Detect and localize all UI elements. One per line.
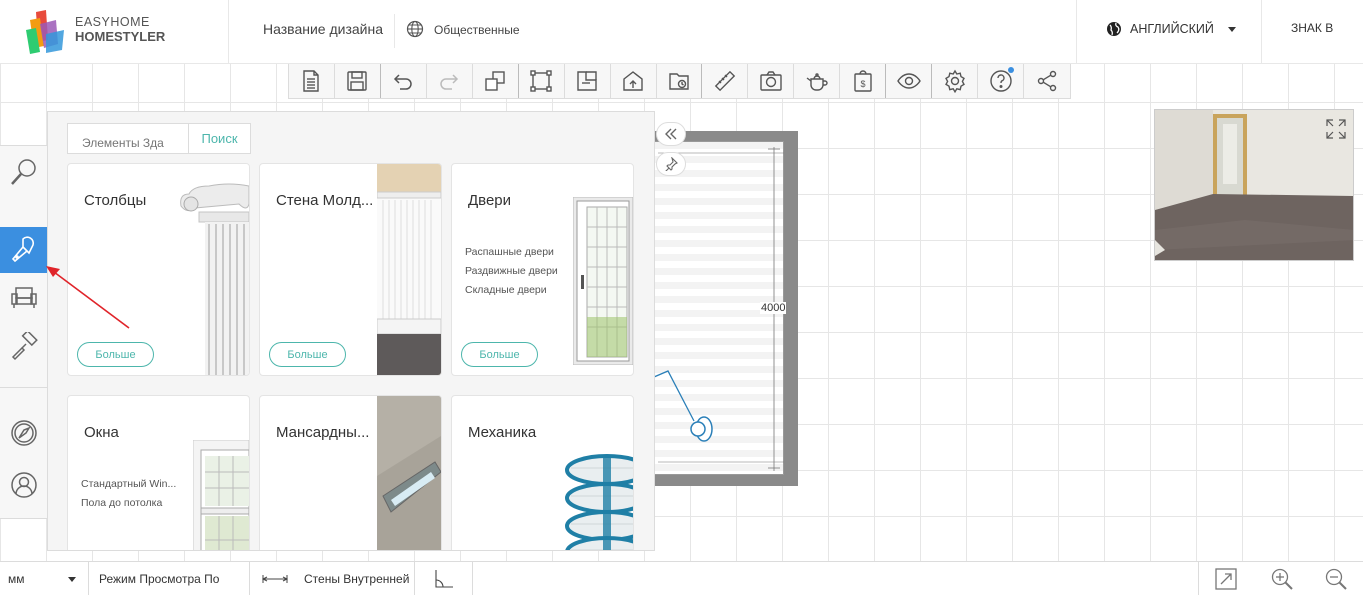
- left-sidebar: [0, 145, 48, 519]
- save-icon[interactable]: [335, 64, 381, 98]
- search-icon[interactable]: [0, 149, 47, 195]
- compass-icon[interactable]: [0, 410, 47, 456]
- design-name[interactable]: Название дизайна: [263, 21, 383, 37]
- fit-screen-icon: [1214, 568, 1237, 590]
- svg-text:$: $: [860, 79, 865, 89]
- wall-mode-selector[interactable]: Стены Внутренней: [250, 562, 415, 595]
- double-chevron-left-icon: [665, 128, 677, 140]
- top-header: EASYHOME HOMESTYLER Название дизайна Общ…: [0, 0, 1363, 64]
- pin-panel-button[interactable]: [656, 152, 686, 176]
- more-button[interactable]: Больше: [461, 342, 538, 367]
- copy-icon[interactable]: [473, 64, 519, 98]
- main-toolbar: $: [288, 64, 1071, 99]
- catalog-search-input[interactable]: [67, 123, 189, 154]
- collapse-panel-button[interactable]: [656, 122, 686, 146]
- redo-icon[interactable]: [427, 64, 473, 98]
- card-title: Окна: [84, 424, 119, 441]
- catalog-card-windows[interactable]: Окна Стандартный Win... Пола до потолка: [67, 395, 250, 550]
- chevron-down-icon: [68, 576, 76, 582]
- window-image: [193, 440, 249, 550]
- chevron-down-icon: [1227, 26, 1236, 32]
- settings-icon[interactable]: [932, 64, 979, 98]
- catalog-card-skylights[interactable]: Мансардны...: [259, 395, 442, 550]
- catalog-search-button[interactable]: Поиск: [188, 123, 251, 154]
- help-icon[interactable]: [978, 64, 1024, 98]
- homestyler-logo[interactable]: EASYHOME HOMESTYLER: [24, 8, 224, 54]
- paint-roller-icon[interactable]: [0, 324, 47, 370]
- fit-to-screen-button[interactable]: [1198, 562, 1252, 595]
- catalog-panel: Поиск Столбцы Больше Стена Молд...: [47, 111, 655, 551]
- column-image: [179, 164, 249, 375]
- sign-in-button[interactable]: ЗНАК В: [1291, 21, 1333, 35]
- header-divider: [1076, 0, 1077, 64]
- language-label: АНГЛИЙСКИЙ: [1130, 22, 1214, 36]
- mechanics-image: [565, 454, 633, 550]
- wall-mode-label: Стены Внутренней: [304, 572, 410, 586]
- catalog-card-wall-molding[interactable]: Стена Молд... Больше: [259, 163, 442, 376]
- camera-icon[interactable]: [748, 64, 795, 98]
- catalog-card-doors[interactable]: Двери Распашные двери Раздвижные двери С…: [451, 163, 634, 376]
- user-icon[interactable]: [0, 462, 47, 508]
- header-divider: [394, 14, 395, 48]
- catalog-card-columns[interactable]: Столбцы Больше: [67, 163, 250, 376]
- pin-icon: [665, 157, 678, 171]
- new-document-icon[interactable]: [289, 64, 335, 98]
- open-folder-icon[interactable]: [657, 64, 703, 98]
- card-subitem[interactable]: Распашные двери: [465, 246, 554, 258]
- card-title: Двери: [468, 192, 512, 209]
- zoom-out-button[interactable]: [1309, 562, 1363, 595]
- view-mode-selector[interactable]: Режим Просмотра По: [89, 562, 250, 595]
- 3d-preview-thumbnail[interactable]: [1154, 109, 1354, 261]
- corner-snap-button[interactable]: [415, 562, 473, 595]
- share-icon[interactable]: [1024, 64, 1070, 98]
- wall-molding-image: [377, 164, 441, 375]
- draw-wall-icon[interactable]: [565, 64, 611, 98]
- sidebar-divider: [0, 387, 47, 388]
- card-subitem[interactable]: Раздвижные двери: [465, 265, 558, 277]
- card-subitem[interactable]: Пола до потолка: [81, 497, 162, 509]
- corner-snap-icon: [434, 570, 453, 588]
- door-image: [573, 197, 633, 365]
- undo-icon[interactable]: [381, 64, 427, 98]
- header-divider: [228, 0, 229, 64]
- globe-icon[interactable]: [406, 20, 424, 38]
- room-dimension-label: 4000: [760, 302, 787, 314]
- card-subitem[interactable]: Стандартный Win...: [81, 478, 176, 490]
- furniture-icon[interactable]: [0, 274, 47, 320]
- language-selector[interactable]: АНГЛИЙСКИЙ: [1106, 20, 1236, 38]
- wall-dimension-icon: [262, 575, 288, 583]
- unit-label: мм: [8, 572, 25, 586]
- teapot-icon[interactable]: [794, 64, 841, 98]
- ruler-icon[interactable]: [702, 64, 749, 98]
- logo-mark-icon: [26, 10, 64, 54]
- card-subitem[interactable]: Складные двери: [465, 284, 547, 296]
- skylight-image: [377, 396, 441, 550]
- eye-icon[interactable]: [886, 64, 933, 98]
- import-icon[interactable]: [611, 64, 657, 98]
- build-icon[interactable]: [0, 227, 47, 273]
- more-button[interactable]: Больше: [269, 342, 346, 367]
- card-title: Стена Молд...: [276, 192, 374, 209]
- notification-dot: [1008, 67, 1014, 73]
- more-button[interactable]: Больше: [77, 342, 154, 367]
- visibility-label[interactable]: Общественные: [434, 23, 520, 37]
- view-mode-label: Режим Просмотра По: [99, 572, 220, 586]
- fullscreen-icon[interactable]: [1325, 118, 1347, 140]
- bottom-status-bar: мм Режим Просмотра По Стены Внутренней: [0, 561, 1363, 595]
- card-title: Мансардны...: [276, 424, 370, 441]
- draw-room-icon[interactable]: [519, 64, 565, 98]
- header-divider: [1261, 0, 1262, 64]
- unit-selector[interactable]: мм: [0, 562, 89, 595]
- card-title: Столбцы: [84, 192, 147, 209]
- language-globe-icon: [1107, 22, 1121, 36]
- catalog-card-mechanics[interactable]: Механика: [451, 395, 634, 550]
- logo-text-easyhome: EASYHOME: [75, 15, 150, 29]
- logo-text-homestyler: HOMESTYLER: [75, 29, 166, 44]
- shop-icon[interactable]: $: [840, 64, 887, 98]
- zoom-in-button[interactable]: [1255, 562, 1309, 595]
- zoom-in-icon: [1271, 568, 1293, 590]
- zoom-out-icon: [1325, 568, 1347, 590]
- card-title: Механика: [468, 424, 537, 441]
